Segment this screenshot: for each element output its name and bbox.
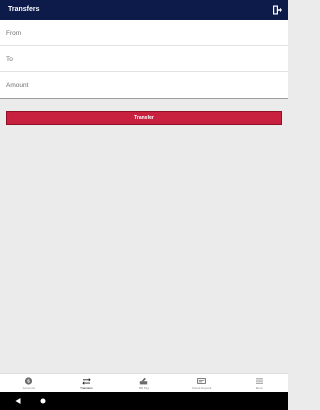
- bill-pay-icon: [140, 377, 148, 385]
- bottom-nav: $ Accounts Transfers Bill Pay Check Depo…: [0, 373, 288, 392]
- from-input[interactable]: [6, 28, 276, 38]
- nav-item-transfers[interactable]: Transfers: [58, 374, 116, 393]
- from-field[interactable]: [0, 20, 288, 46]
- amount-field[interactable]: [0, 72, 288, 98]
- dollar-coin-icon: $: [25, 377, 33, 385]
- nav-label-bill-pay: Bill Pay: [138, 386, 149, 390]
- amount-input[interactable]: [6, 80, 276, 90]
- system-home-button[interactable]: [39, 397, 47, 405]
- system-back-button[interactable]: [14, 397, 22, 405]
- nav-label-check-deposit: Check Deposit: [191, 386, 212, 390]
- nav-label-transfers: Transfers: [80, 386, 93, 390]
- logout-icon: [273, 5, 282, 15]
- page-title: Transfers: [8, 6, 40, 13]
- to-input[interactable]: [6, 54, 276, 64]
- nav-item-bill-pay[interactable]: Bill Pay: [115, 374, 173, 393]
- app-bar: Transfers: [0, 0, 288, 20]
- nav-item-more[interactable]: More: [230, 374, 288, 393]
- back-triangle-icon: [15, 398, 21, 404]
- nav-item-check-deposit[interactable]: Check Deposit: [173, 374, 231, 393]
- nav-label-accounts: Accounts: [22, 386, 35, 390]
- home-circle-icon: [40, 398, 46, 404]
- to-field[interactable]: [0, 46, 288, 72]
- transfer-button[interactable]: Transfer: [6, 111, 282, 125]
- logout-button[interactable]: [271, 4, 283, 16]
- swap-arrows-icon: [82, 378, 91, 385]
- transfer-form: [0, 20, 288, 99]
- system-navigation-bar: [0, 392, 288, 410]
- menu-icon: [255, 378, 263, 384]
- nav-label-more: More: [255, 386, 263, 390]
- check-deposit-icon: [197, 378, 206, 384]
- nav-item-accounts[interactable]: $ Accounts: [0, 374, 58, 393]
